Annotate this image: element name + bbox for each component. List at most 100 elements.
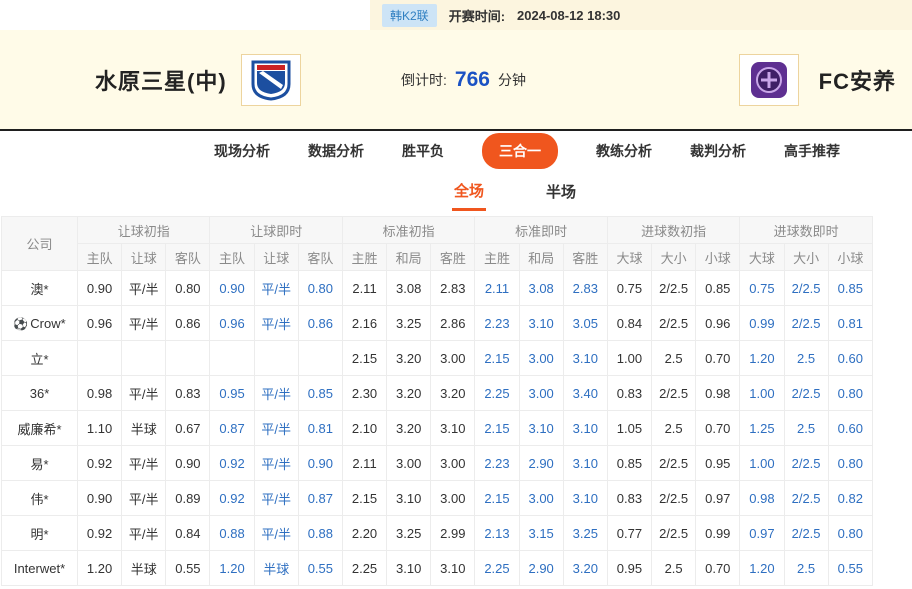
column-header: 主队 — [78, 244, 122, 271]
company-cell[interactable]: 明* — [2, 516, 78, 551]
countdown-label: 倒计时: — [401, 70, 447, 90]
company-cell[interactable]: Interwet* — [2, 551, 78, 586]
odds-cell: 0.89 — [166, 481, 210, 516]
match-header: 韩K2联 开赛时间: 2024-08-12 18:30 水原三星(中) 倒计时:… — [0, 0, 912, 129]
odds-cell: 1.25 — [740, 411, 784, 446]
away-shield-icon — [748, 59, 790, 101]
tab-live-analysis[interactable]: 现场分析 — [214, 141, 270, 161]
odds-cell: 2.20 — [342, 516, 386, 551]
group-header-goals-live: 进球数即时 — [740, 217, 873, 244]
odds-cell: 0.95 — [696, 446, 740, 481]
odds-cell: 3.00 — [519, 481, 563, 516]
odds-table-head: 公司让球初指让球即时标准初指标准即时进球数初指进球数即时主队让球客队主队让球客队… — [2, 217, 873, 271]
odds-cell: 0.83 — [166, 376, 210, 411]
home-team: 水原三星(中) — [95, 54, 301, 106]
odds-cell: 0.95 — [607, 551, 651, 586]
odds-cell — [166, 341, 210, 376]
odds-cell: 3.10 — [563, 411, 607, 446]
odds-cell: 2/2.5 — [652, 516, 696, 551]
odds-cell: 3.00 — [431, 446, 475, 481]
subtab-half-match[interactable]: 半场 — [544, 177, 578, 209]
odds-cell: 平/半 — [122, 446, 166, 481]
table-row: 澳*0.90平/半0.800.90平/半0.802.113.082.832.11… — [2, 271, 873, 306]
countdown-value: 766 — [455, 68, 490, 92]
column-header: 让球 — [122, 244, 166, 271]
table-row: 立*2.153.203.002.153.003.101.002.50.701.2… — [2, 341, 873, 376]
countdown-unit: 分钟 — [498, 70, 526, 90]
company-cell[interactable]: ⚽Crow* — [2, 306, 78, 341]
odds-cell: 3.05 — [563, 306, 607, 341]
odds-cell: 0.92 — [210, 446, 254, 481]
odds-cell: 3.20 — [387, 411, 431, 446]
odds-cell: 0.77 — [607, 516, 651, 551]
company-cell[interactable]: 立* — [2, 341, 78, 376]
odds-cell: 0.90 — [78, 481, 122, 516]
kickoff-label: 开赛时间: — [449, 6, 505, 25]
odds-cell — [122, 341, 166, 376]
home-shield-icon — [249, 58, 293, 102]
tab-expert-picks[interactable]: 高手推荐 — [784, 141, 840, 161]
tab-win-draw-loss[interactable]: 胜平负 — [402, 141, 444, 161]
odds-cell: 3.20 — [387, 376, 431, 411]
odds-cell: 0.55 — [298, 551, 342, 586]
company-cell[interactable]: 威廉希* — [2, 411, 78, 446]
odds-cell: 3.10 — [387, 551, 431, 586]
odds-cell: 0.60 — [828, 341, 872, 376]
table-row: 威廉希*1.10半球0.670.87平/半0.812.103.203.102.1… — [2, 411, 873, 446]
odds-cell: 0.80 — [166, 271, 210, 306]
odds-cell: 0.80 — [298, 271, 342, 306]
odds-cell: 平/半 — [254, 271, 298, 306]
table-row: 明*0.92平/半0.840.88平/半0.882.203.252.992.13… — [2, 516, 873, 551]
tab-three-in-one[interactable]: 三合一 — [482, 133, 558, 169]
odds-cell: 2/2.5 — [652, 481, 696, 516]
company-cell[interactable]: 易* — [2, 446, 78, 481]
odds-cell: 2.15 — [475, 341, 519, 376]
subtabs: 全场 半场 — [0, 170, 912, 216]
company-cell[interactable]: 伟* — [2, 481, 78, 516]
odds-cell: 3.20 — [387, 341, 431, 376]
odds-cell: 0.86 — [298, 306, 342, 341]
odds-cell: 0.96 — [210, 306, 254, 341]
teams-row: 水原三星(中) 倒计时: 766 分钟 — [0, 30, 912, 129]
away-team-name: FC安养 — [819, 64, 896, 96]
odds-cell: 2/2.5 — [784, 446, 828, 481]
odds-cell: 2.13 — [475, 516, 519, 551]
odds-cell: 3.08 — [387, 271, 431, 306]
odds-cell: 2/2.5 — [784, 306, 828, 341]
odds-cell — [210, 341, 254, 376]
odds-cell: 1.20 — [210, 551, 254, 586]
column-header: 小球 — [828, 244, 872, 271]
column-header: 主队 — [210, 244, 254, 271]
odds-cell: 2.30 — [342, 376, 386, 411]
odds-cell: 0.84 — [166, 516, 210, 551]
odds-cell: 0.81 — [828, 306, 872, 341]
odds-cell: 0.60 — [828, 411, 872, 446]
odds-cell: 平/半 — [254, 411, 298, 446]
odds-cell: 0.99 — [696, 516, 740, 551]
subtab-full-match[interactable]: 全场 — [452, 176, 486, 211]
odds-cell: 平/半 — [254, 306, 298, 341]
group-header-europe-live: 标准即时 — [475, 217, 607, 244]
tab-coach-analysis[interactable]: 教练分析 — [596, 141, 652, 161]
column-header: 小球 — [696, 244, 740, 271]
odds-cell: 3.25 — [387, 306, 431, 341]
odds-cell: 3.10 — [519, 306, 563, 341]
tab-data-analysis[interactable]: 数据分析 — [308, 141, 364, 161]
column-header: 大小 — [652, 244, 696, 271]
odds-cell: 0.92 — [78, 516, 122, 551]
odds-cell: 0.98 — [78, 376, 122, 411]
odds-cell: 平/半 — [122, 271, 166, 306]
odds-cell: 0.70 — [696, 341, 740, 376]
company-cell[interactable]: 澳* — [2, 271, 78, 306]
odds-cell: 2/2.5 — [784, 481, 828, 516]
company-cell[interactable]: 36* — [2, 376, 78, 411]
odds-cell: 1.10 — [78, 411, 122, 446]
odds-cell: 0.90 — [298, 446, 342, 481]
odds-cell: 2.90 — [519, 446, 563, 481]
top-strip-spacer — [0, 0, 370, 30]
odds-cell: 2.25 — [342, 551, 386, 586]
tab-referee-analysis[interactable]: 裁判分析 — [690, 141, 746, 161]
odds-cell: 0.90 — [166, 446, 210, 481]
league-badge[interactable]: 韩K2联 — [382, 4, 437, 27]
odds-cell: 0.86 — [166, 306, 210, 341]
